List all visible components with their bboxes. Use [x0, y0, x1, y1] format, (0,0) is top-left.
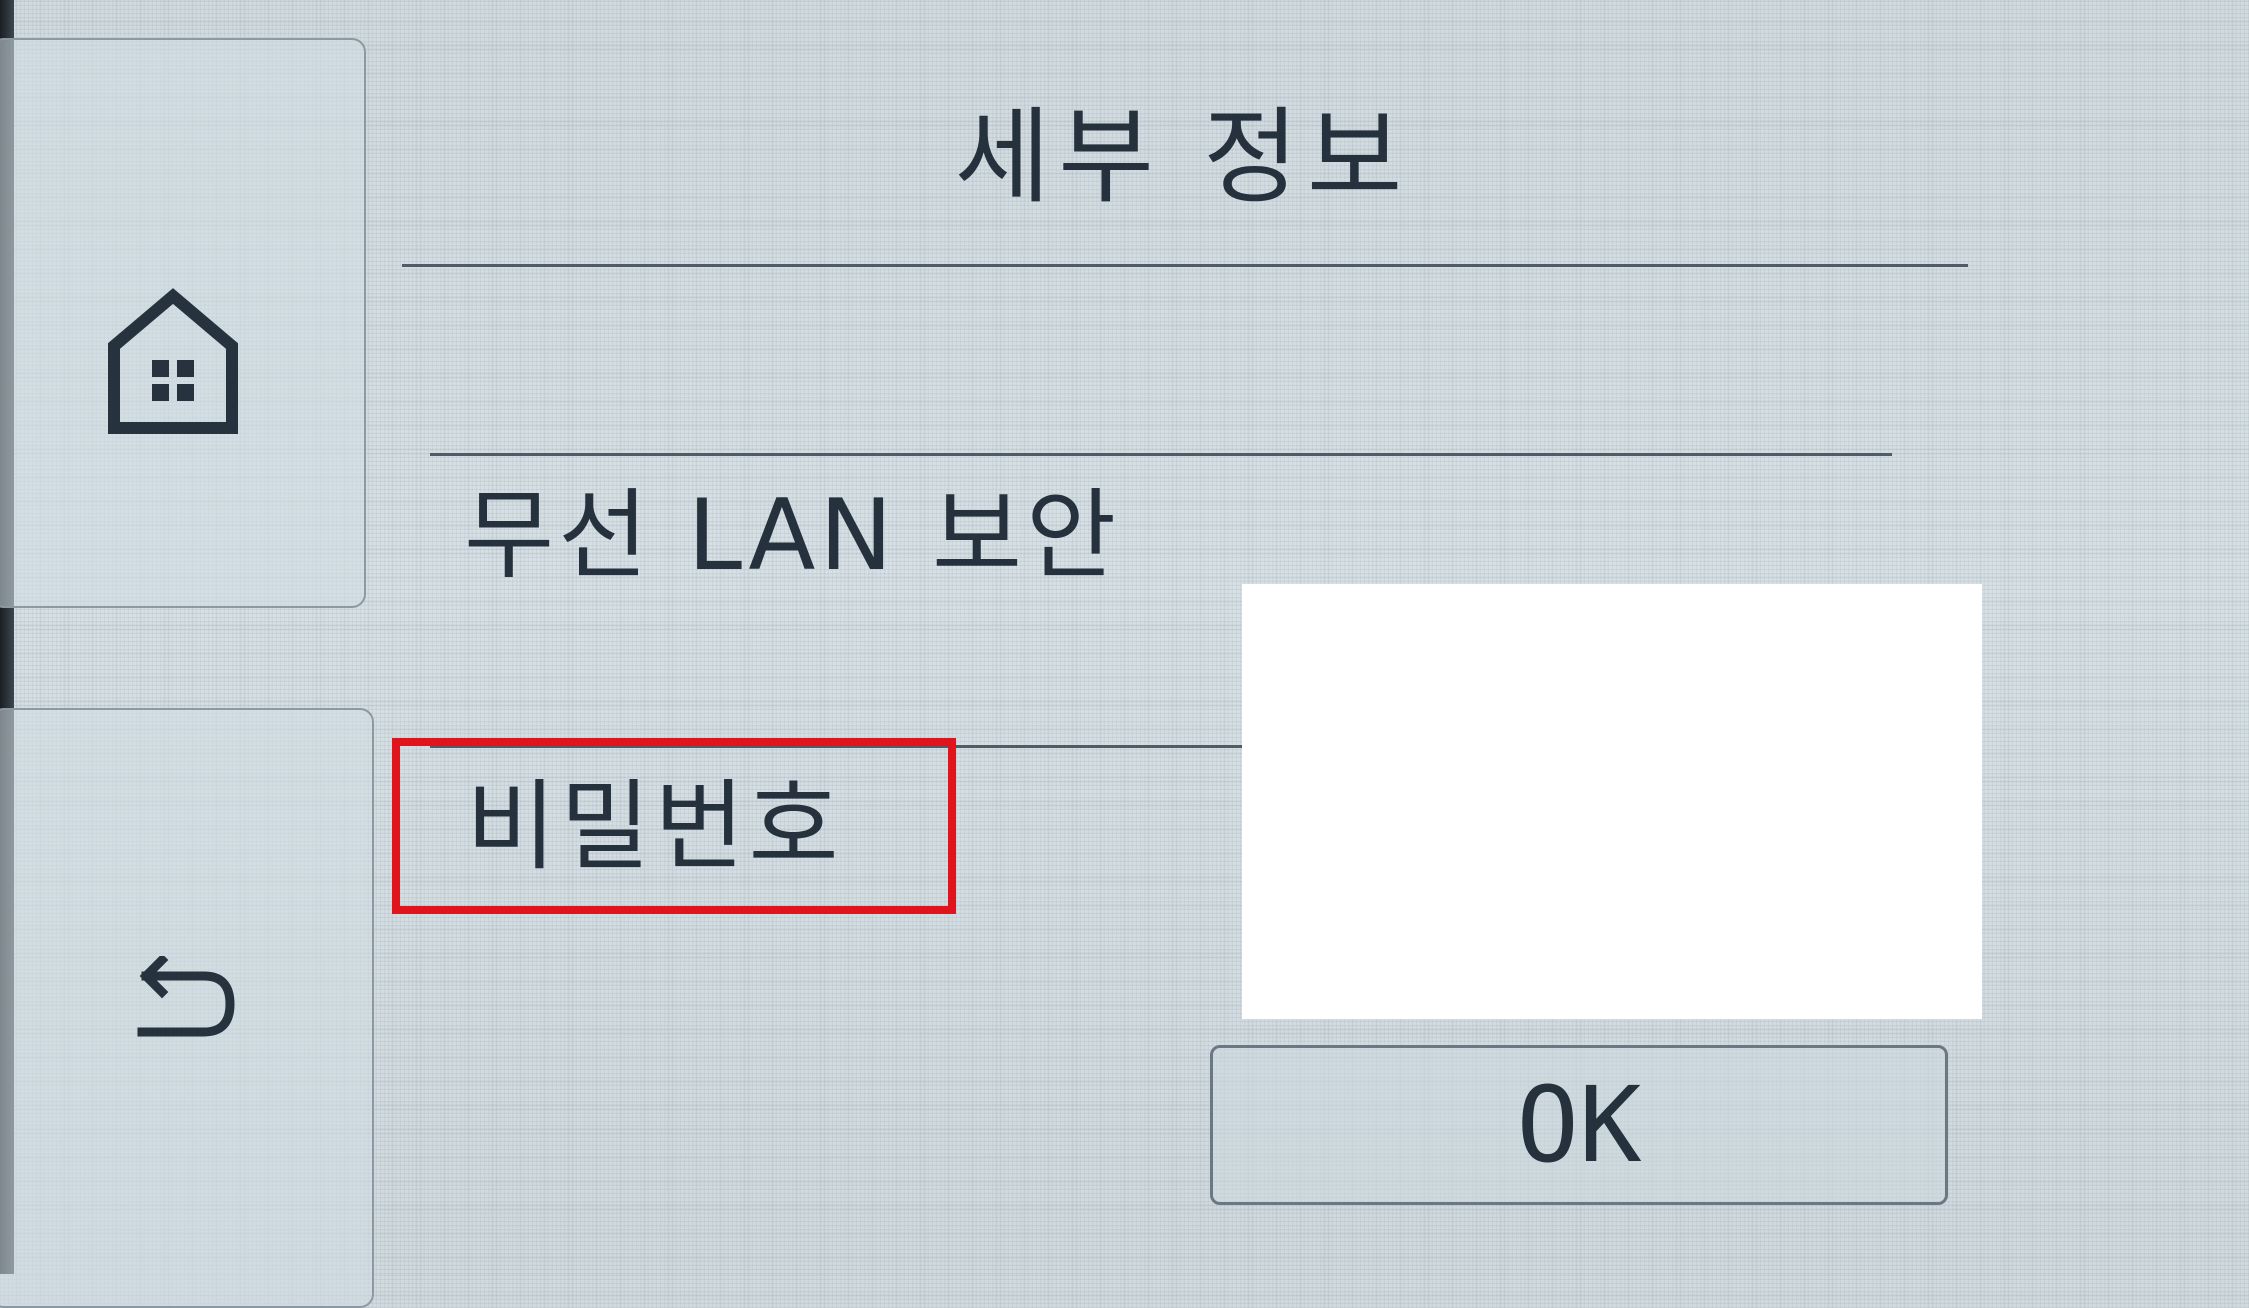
page-title: 세부 정보 — [954, 96, 1411, 218]
row-divider — [430, 453, 1892, 456]
password-highlight-box — [392, 738, 956, 914]
redacted-value-area — [1242, 584, 1982, 1019]
home-icon — [108, 288, 238, 434]
back-button[interactable] — [0, 708, 374, 1308]
title-divider — [402, 264, 1968, 267]
wireless-lan-security-label: 무선 LAN 보안 — [464, 479, 1121, 593]
home-button[interactable] — [0, 38, 366, 608]
ok-button[interactable]: OK — [1210, 1045, 1948, 1205]
back-arrow-icon — [137, 956, 235, 1037]
